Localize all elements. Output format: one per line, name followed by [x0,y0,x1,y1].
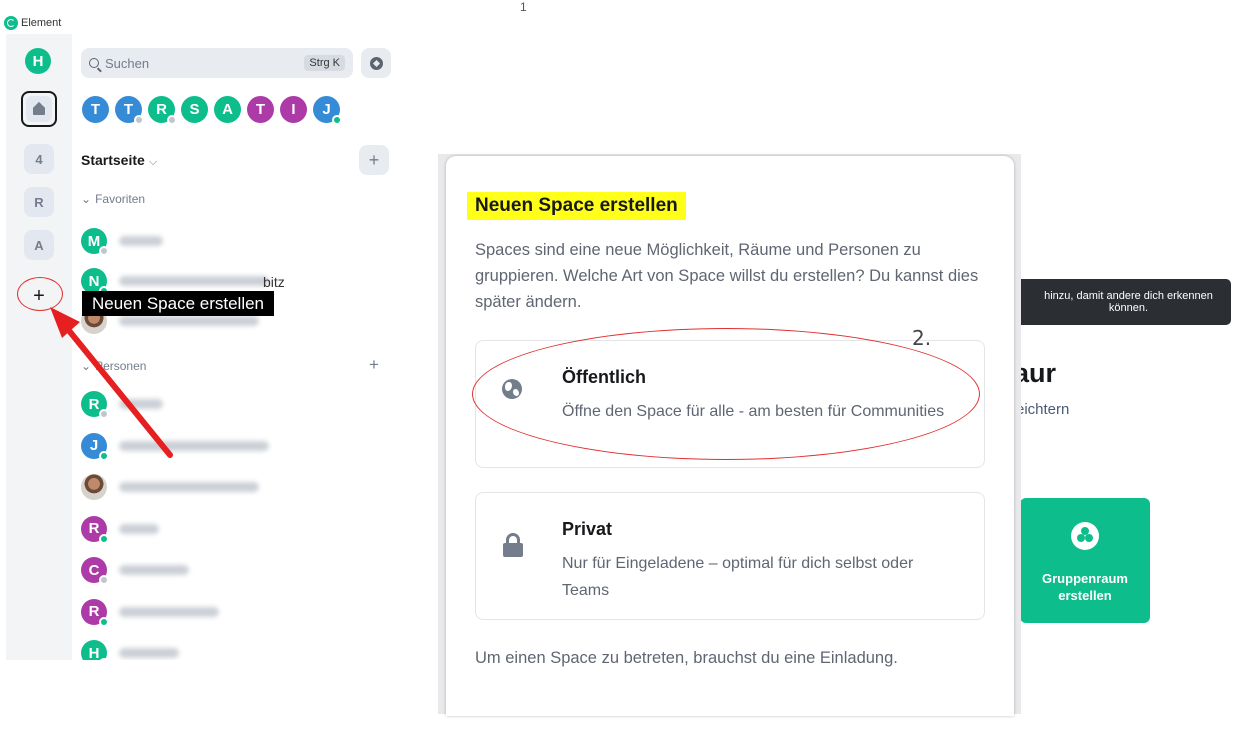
recent-room-avatar[interactable]: T [247,96,274,123]
presence-dot [99,616,109,627]
top-marker: 1 [520,0,527,14]
annotation-arrow [50,307,173,458]
room-avatar: C [81,557,109,585]
room-name-fragment: bitz [263,274,285,290]
profile-notice: hinzu, damit andere dich erkennen können… [1016,279,1231,325]
room-name-blurred [119,606,219,617]
room-list-item[interactable]: R [81,515,381,544]
private-space-option[interactable]: Privat Nur für Eingeladene – optimal für… [475,492,985,620]
annotation-oval [472,328,980,460]
group-icon [1071,522,1099,550]
option-description: Nur für Eingeladene – optimal für dich s… [562,555,914,599]
room-name-blurred [119,648,179,658]
room-list-item[interactable]: R [81,598,381,627]
room-name-blurred [119,482,259,492]
dialog-footer: Um einen Space zu betreten, brauchst du … [475,649,898,667]
room-list-item[interactable]: H [81,639,381,660]
option-title: Privat [562,519,613,539]
room-name-blurred [119,565,189,575]
room-name-blurred [119,523,159,534]
add-room-button[interactable]: + [359,145,389,175]
presence-dot [99,658,109,660]
room-avatar: R [81,598,109,627]
search-shortcut-badge: Strg K [304,55,345,71]
dialog-description: Spaces sind eine neue Möglichkeit, Räume… [475,241,979,311]
compass-icon [369,56,383,70]
recent-room-avatar[interactable]: J [313,96,342,125]
room-avatar [81,474,107,500]
create-group-room-label: Gruppenraum erstellen [1042,571,1128,603]
recent-room-avatar[interactable]: I [280,96,307,123]
presence-dot [99,575,109,585]
dialog-title: Neuen Space erstellen [467,192,686,220]
room-avatar: R [81,515,109,544]
create-group-room-card[interactable]: Gruppenraum erstellen [1020,498,1150,623]
presence-dot [332,115,342,125]
explore-rooms-button[interactable] [361,48,391,78]
add-person-button[interactable]: + [369,355,379,375]
presence-dot [99,533,109,544]
annotation-step-number: 2. [912,326,932,350]
welcome-subtext-fragment: eichtern [1016,401,1070,418]
room-list-item[interactable]: C [81,556,381,585]
room-avatar: H [81,640,109,660]
room-list-item[interactable] [81,473,381,501]
lock-icon [503,533,523,557]
